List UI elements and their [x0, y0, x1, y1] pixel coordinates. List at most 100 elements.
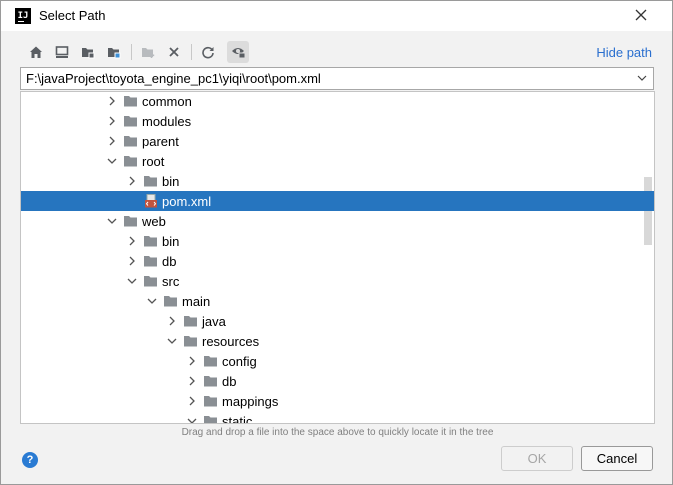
chevron-right-icon[interactable] — [106, 115, 118, 127]
chevron-right-icon[interactable] — [186, 375, 198, 387]
chevron-right-icon[interactable] — [106, 135, 118, 147]
project-folder-icon — [82, 48, 95, 59]
chevron-right-icon[interactable] — [126, 175, 138, 187]
delete-button[interactable] — [163, 41, 185, 63]
tree-item-label: root — [142, 154, 165, 169]
module-folder-icon — [108, 48, 121, 59]
tree-folder-row[interactable]: main — [21, 291, 654, 311]
chevron-right-icon[interactable] — [106, 95, 118, 107]
tree-folder-row[interactable]: src — [21, 271, 654, 291]
delete-icon — [169, 47, 179, 57]
ok-button[interactable]: OK — [501, 446, 573, 471]
show-hidden-icon — [231, 48, 245, 59]
help-button[interactable]: ? — [22, 452, 38, 468]
desktop-icon — [55, 46, 69, 58]
close-icon[interactable] — [633, 7, 649, 23]
tree-item-label: java — [202, 314, 226, 329]
folder-icon — [184, 316, 197, 327]
project-button[interactable] — [77, 41, 99, 63]
file-tree[interactable]: common modules parent root bin pom.xml web bin d… — [20, 91, 655, 424]
tree-folder-row[interactable]: static — [21, 411, 654, 424]
select-path-dialog: IJ Select Path Hide path F:\javaProject\… — [0, 0, 673, 485]
chevron-down-icon[interactable] — [106, 215, 118, 227]
new-folder-icon — [142, 48, 155, 58]
tree-item-label: web — [142, 214, 166, 229]
tree-item-label: common — [142, 94, 192, 109]
tree-item-label: mappings — [222, 394, 279, 409]
cancel-button[interactable]: Cancel — [581, 446, 653, 471]
chevron-down-icon[interactable] — [126, 275, 138, 287]
chevron-down-icon[interactable] — [146, 295, 158, 307]
tree-item-label: bin — [162, 174, 180, 189]
toolbar-separator — [131, 44, 132, 60]
folder-icon — [144, 276, 157, 287]
tree-item-label: pom.xml — [162, 194, 212, 209]
toolbar-separator — [191, 44, 192, 60]
chevron-down-icon[interactable] — [166, 335, 178, 347]
tree-folder-row[interactable]: resources — [21, 331, 654, 351]
tree-file-row[interactable]: pom.xml — [21, 191, 654, 211]
folder-icon — [144, 236, 157, 247]
home-icon — [30, 46, 42, 58]
drag-drop-hint: Drag and drop a file into the space abov… — [181, 427, 494, 438]
chevron-down-icon[interactable] — [106, 155, 118, 167]
tree-folder-row[interactable]: common — [21, 92, 654, 111]
hide-path-link[interactable]: Hide path — [596, 45, 652, 60]
window-title: Select Path — [39, 8, 106, 23]
home-button[interactable] — [25, 41, 47, 63]
tree-item-label: modules — [142, 114, 192, 129]
tree-folder-row[interactable]: parent — [21, 131, 654, 151]
title-bar: IJ Select Path — [1, 1, 672, 31]
refresh-icon — [202, 46, 214, 59]
tree-folder-row[interactable]: modules — [21, 111, 654, 131]
tree-folder-row[interactable]: bin — [21, 171, 654, 191]
tree-item-label: parent — [142, 134, 179, 149]
chevron-right-icon[interactable] — [166, 315, 178, 327]
tree-item-label: config — [222, 354, 257, 369]
desktop-button[interactable] — [51, 41, 73, 63]
chevron-down-icon[interactable] — [186, 415, 198, 424]
folder-icon — [124, 216, 137, 227]
chevron-right-icon[interactable] — [186, 355, 198, 367]
tree-folder-row[interactable]: db — [21, 371, 654, 391]
tree-item-label: static — [222, 414, 253, 424]
folder-icon — [124, 136, 137, 147]
toolbar — [21, 41, 661, 63]
intellij-icon: IJ — [15, 8, 31, 24]
refresh-button[interactable] — [197, 41, 219, 63]
folder-icon — [184, 336, 197, 347]
folder-icon — [144, 176, 157, 187]
maven-file-icon — [145, 194, 157, 208]
chevron-right-icon[interactable] — [126, 255, 138, 267]
tree-item-label: bin — [162, 234, 180, 249]
tree-folder-row[interactable]: web — [21, 211, 654, 231]
tree-item-label: db — [162, 254, 177, 269]
folder-icon — [124, 156, 137, 167]
show-hidden-button[interactable] — [227, 41, 249, 63]
tree-folder-row[interactable]: db — [21, 251, 654, 271]
folder-icon — [204, 396, 217, 407]
tree-folder-row[interactable]: root — [21, 151, 654, 171]
folder-icon — [124, 116, 137, 127]
tree-folder-row[interactable]: bin — [21, 231, 654, 251]
chevron-right-icon[interactable] — [186, 395, 198, 407]
folder-icon — [144, 256, 157, 267]
folder-icon — [204, 376, 217, 387]
tree-folder-row[interactable]: config — [21, 351, 654, 371]
folder-icon — [124, 96, 137, 107]
chevron-right-icon[interactable] — [126, 235, 138, 247]
folder-icon — [204, 356, 217, 367]
tree-folder-row[interactable]: java — [21, 311, 654, 331]
tree-folder-row[interactable]: mappings — [21, 391, 654, 411]
tree-item-label: resources — [202, 334, 260, 349]
chevron-down-icon[interactable] — [636, 72, 648, 84]
folder-icon — [164, 296, 177, 307]
tree-item-label: db — [222, 374, 237, 389]
module-button[interactable] — [103, 41, 125, 63]
tree-item-label: src — [162, 274, 180, 289]
path-input[interactable]: F:\javaProject\toyota_engine_pc1\yiqi\ro… — [20, 67, 654, 90]
path-input-value: F:\javaProject\toyota_engine_pc1\yiqi\ro… — [26, 71, 321, 86]
tree-item-label: main — [182, 294, 211, 309]
new-folder-button[interactable] — [137, 41, 159, 63]
folder-icon — [204, 416, 217, 423]
